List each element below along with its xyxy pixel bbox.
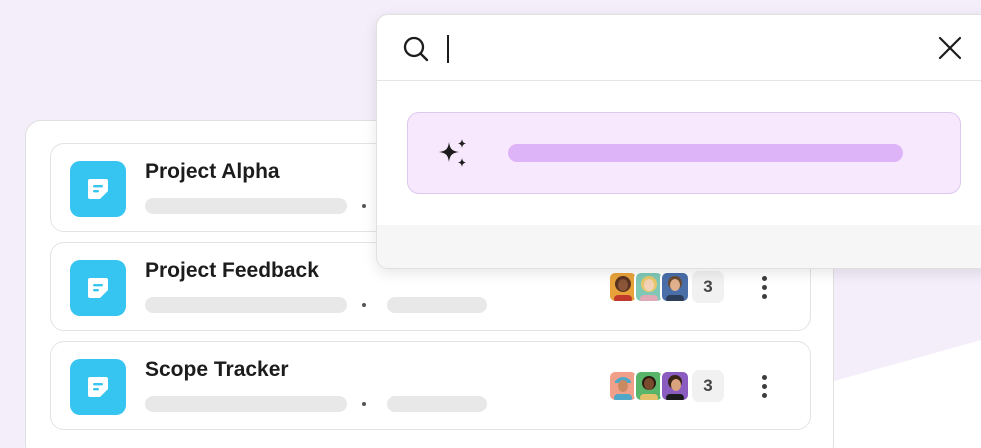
list-item[interactable]: Scope Tracker 3 — [50, 341, 811, 430]
text-placeholder — [387, 297, 487, 313]
member-count-badge: 3 — [692, 370, 724, 402]
list-item-title: Project Feedback — [145, 259, 319, 282]
sparkle-icon — [439, 139, 466, 167]
close-icon[interactable] — [937, 35, 963, 61]
search-input[interactable] — [447, 31, 887, 65]
member-avatars[interactable]: 3 — [608, 271, 724, 303]
list-item-title: Scope Tracker — [145, 358, 289, 381]
canvas-doc-icon — [70, 161, 126, 217]
search-icon — [403, 36, 429, 62]
separator-dot — [362, 402, 366, 406]
text-placeholder — [145, 396, 347, 412]
canvas-doc-icon — [70, 260, 126, 316]
canvas-doc-icon — [70, 359, 126, 415]
avatar — [660, 271, 690, 303]
member-count-badge: 3 — [692, 271, 724, 303]
popup-footer — [377, 225, 981, 268]
list-item-title: Project Alpha — [145, 160, 280, 183]
text-caret — [447, 35, 449, 63]
search-bar — [377, 15, 981, 81]
search-popup — [376, 14, 981, 269]
ai-suggestion-card[interactable] — [407, 112, 961, 194]
more-options-icon[interactable] — [751, 369, 777, 403]
text-placeholder — [145, 297, 347, 313]
avatar — [660, 370, 690, 402]
text-placeholder — [145, 198, 347, 214]
separator-dot — [362, 303, 366, 307]
more-options-icon[interactable] — [751, 270, 777, 304]
ai-text-placeholder — [508, 144, 903, 162]
member-avatars[interactable]: 3 — [608, 370, 724, 402]
separator-dot — [362, 204, 366, 208]
text-placeholder — [387, 396, 487, 412]
